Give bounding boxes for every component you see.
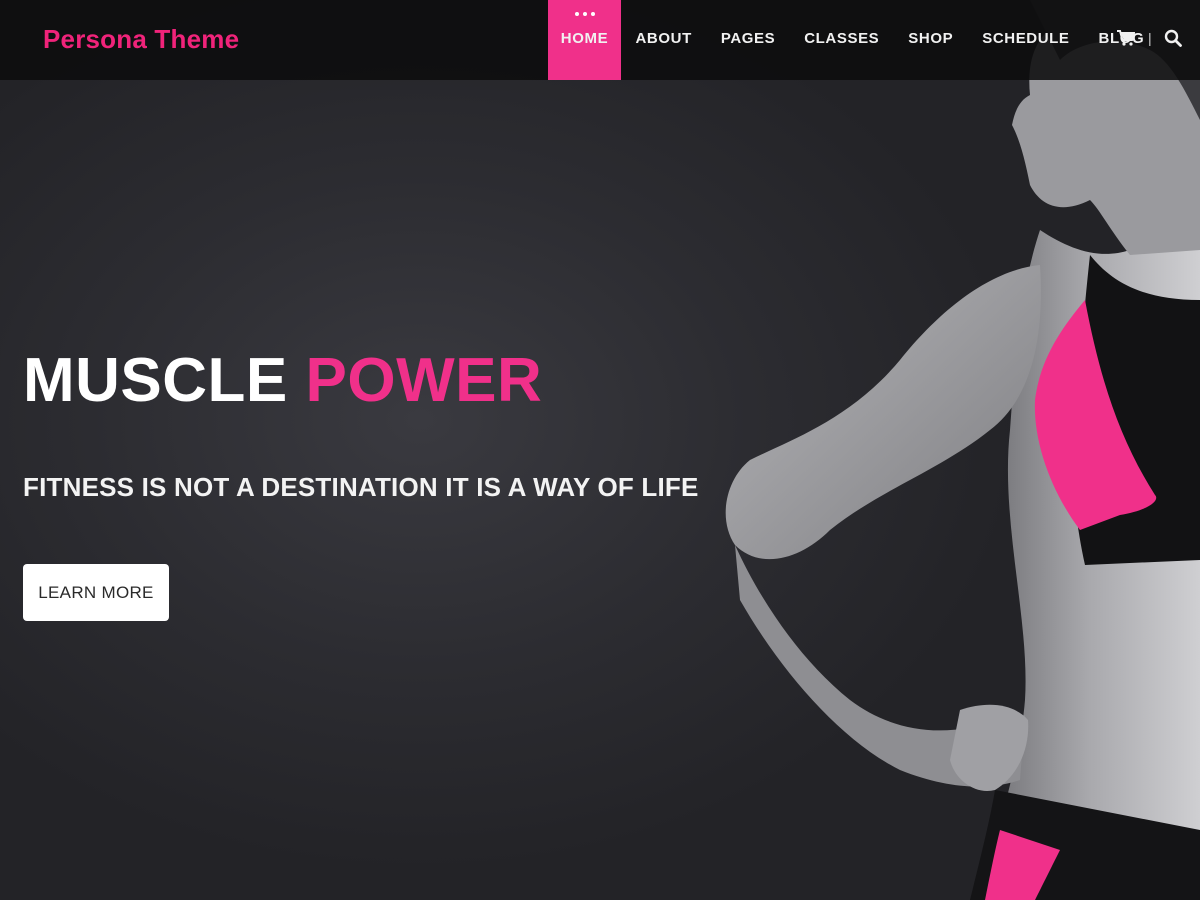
hero-title-word-1: MUSCLE xyxy=(23,346,288,415)
nav-label-schedule: SCHEDULE xyxy=(982,29,1070,47)
hero-title-word-2: POWER xyxy=(305,346,543,415)
nav-label-home: HOME xyxy=(560,29,609,47)
nav-label-about: ABOUT xyxy=(635,29,692,47)
nav-item-classes[interactable]: CLASSES xyxy=(790,0,894,80)
hero-title: MUSCLE POWER xyxy=(23,350,542,412)
nav-item-pages[interactable]: PAGES xyxy=(706,0,789,80)
top-navbar: Persona Theme HOME ABOUT PAGES CLASSES S… xyxy=(0,0,1200,80)
nav-label-pages: PAGES xyxy=(720,29,776,47)
athlete-image xyxy=(725,0,1200,900)
learn-more-button[interactable]: LEARN MORE xyxy=(23,564,169,621)
nav-separator: | xyxy=(1148,30,1152,46)
nav-label-classes: CLASSES xyxy=(804,29,880,47)
main-menu: HOME ABOUT PAGES CLASSES SHOP SCHEDULE B… xyxy=(548,0,1159,80)
cart-icon[interactable] xyxy=(1117,30,1135,46)
nav-item-home[interactable]: HOME xyxy=(548,0,621,80)
nav-item-schedule[interactable]: SCHEDULE xyxy=(968,0,1084,80)
nav-item-about[interactable]: ABOUT xyxy=(621,0,706,80)
site-logo[interactable]: Persona Theme xyxy=(43,24,239,55)
nav-item-shop[interactable]: SHOP xyxy=(894,0,968,80)
search-icon[interactable] xyxy=(1164,29,1182,47)
hero-subtitle: FITNESS IS NOT A DESTINATION IT IS A WAY… xyxy=(23,472,699,502)
active-indicator-dots xyxy=(574,12,595,16)
nav-label-shop: SHOP xyxy=(908,29,954,47)
